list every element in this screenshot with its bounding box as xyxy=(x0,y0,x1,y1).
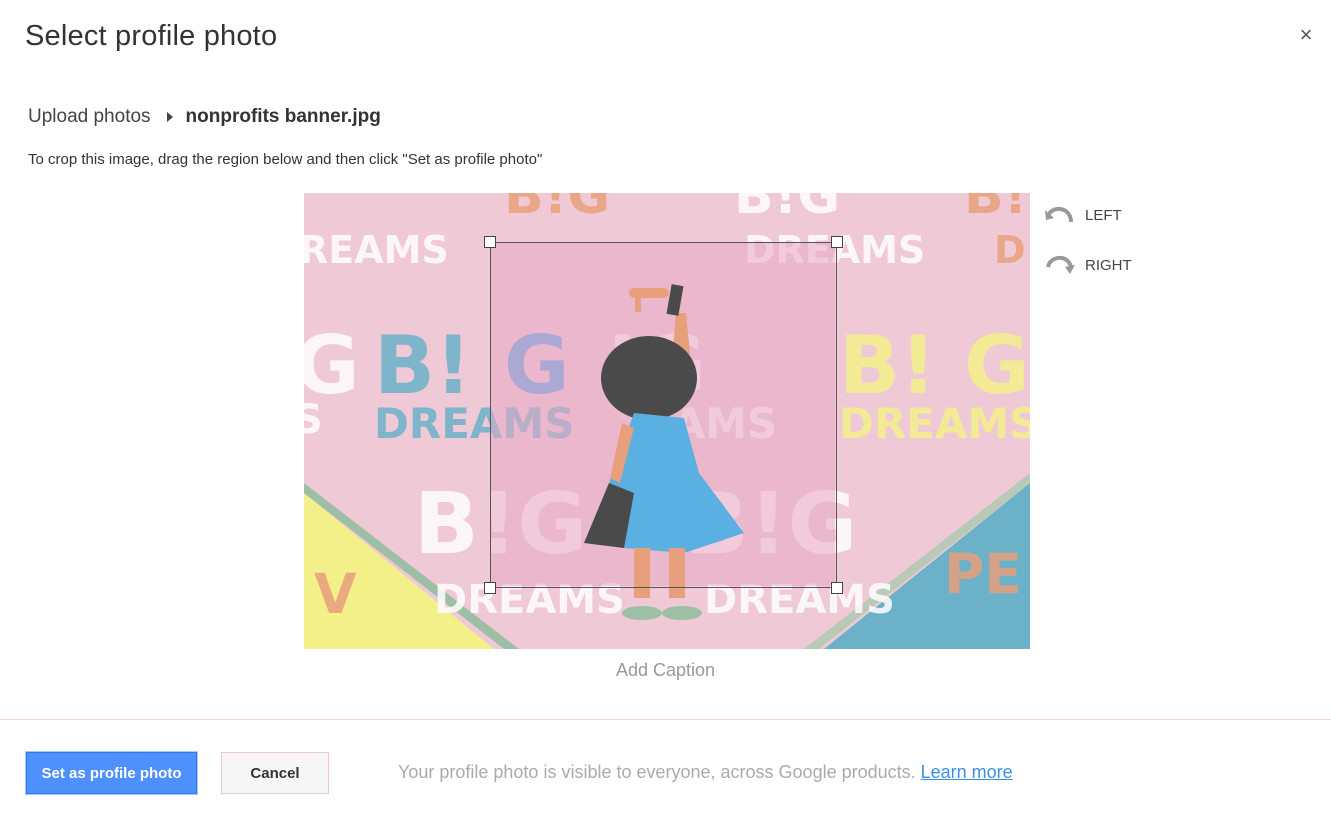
add-caption-field[interactable]: Add Caption xyxy=(0,660,1331,681)
close-icon[interactable]: × xyxy=(1295,24,1317,46)
svg-text:S: S xyxy=(304,397,323,443)
svg-text:DREAMS: DREAMS xyxy=(839,399,1030,448)
rotate-right-icon xyxy=(1046,255,1075,274)
rotate-right-button[interactable]: RIGHT xyxy=(1045,254,1132,276)
crop-handle-bottom-right[interactable] xyxy=(831,582,843,594)
svg-text:D: D xyxy=(994,228,1026,272)
visibility-note: Your profile photo is visible to everyon… xyxy=(398,762,1013,783)
crop-handle-top-left[interactable] xyxy=(484,236,496,248)
learn-more-link[interactable]: Learn more xyxy=(921,762,1013,782)
breadcrumb-upload-photos[interactable]: Upload photos xyxy=(28,106,151,128)
rotate-right-label: RIGHT xyxy=(1085,256,1132,274)
crop-region[interactable] xyxy=(484,236,843,594)
chevron-right-icon xyxy=(166,112,173,122)
svg-text:B!G: B!G xyxy=(964,193,1030,226)
svg-text:REAMS: REAMS xyxy=(304,228,449,272)
breadcrumb: Upload photos nonprofits banner.jpg xyxy=(28,106,381,128)
select-profile-photo-dialog: Select profile photo × Upload photos non… xyxy=(0,0,1331,815)
svg-text:V: V xyxy=(314,562,357,626)
photo-preview: REAMS B!G B!G DREAMS B!G D B! G G S DREA… xyxy=(304,193,1030,649)
svg-text:B!G: B!G xyxy=(504,193,610,226)
svg-text:B!G: B!G xyxy=(734,193,840,226)
crop-handle-bottom-left[interactable] xyxy=(484,582,496,594)
crop-instructions: To crop this image, drag the region belo… xyxy=(28,151,543,168)
set-as-profile-photo-button[interactable]: Set as profile photo xyxy=(26,752,197,794)
rotate-left-button[interactable]: LEFT xyxy=(1045,204,1122,226)
crop-handle-top-right[interactable] xyxy=(831,236,843,248)
breadcrumb-current-file: nonprofits banner.jpg xyxy=(185,106,381,127)
footer-divider xyxy=(0,719,1331,720)
visibility-note-text: Your profile photo is visible to everyon… xyxy=(398,762,916,782)
rotate-left-icon xyxy=(1045,206,1073,223)
rotate-left-label: LEFT xyxy=(1085,206,1122,224)
cancel-button[interactable]: Cancel xyxy=(221,752,329,794)
dialog-title: Select profile photo xyxy=(25,20,278,52)
svg-text:PE: PE xyxy=(944,542,1022,606)
